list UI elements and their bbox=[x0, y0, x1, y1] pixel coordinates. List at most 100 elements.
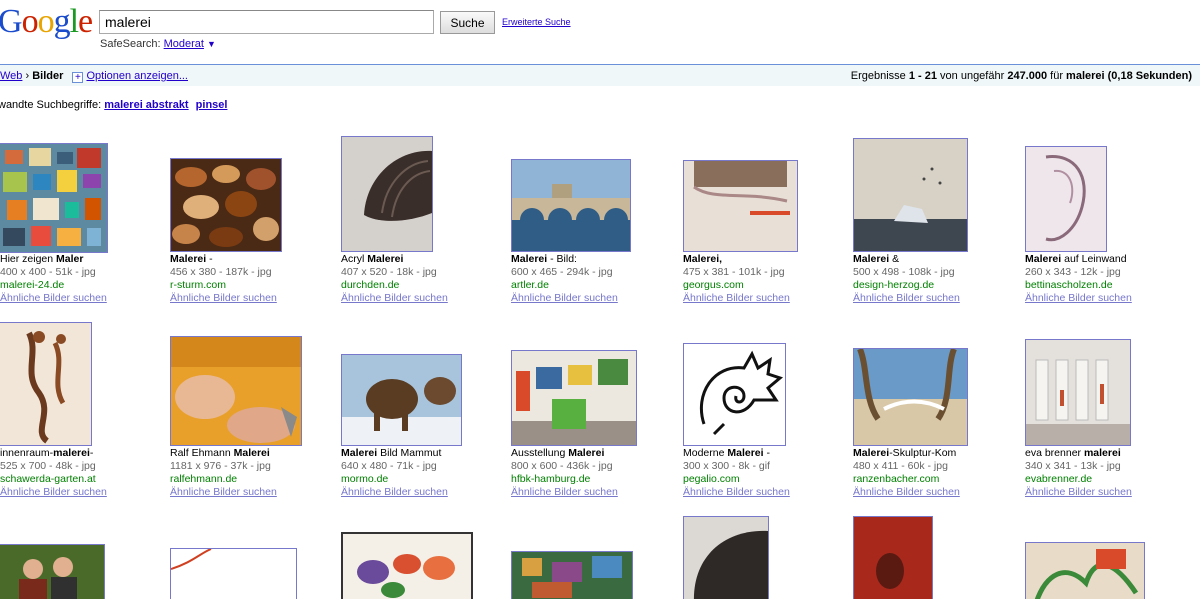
result-title[interactable]: Malerei - Bild: bbox=[511, 253, 618, 266]
result-title[interactable]: eva brenner malerei bbox=[1025, 447, 1132, 460]
related-term-link[interactable]: pinsel bbox=[196, 99, 228, 111]
result-thumbnail[interactable] bbox=[683, 516, 769, 599]
result-title[interactable]: Acryl Malerei bbox=[341, 253, 448, 266]
result-domain: design-herzog.de bbox=[853, 279, 935, 291]
title-text: & bbox=[889, 253, 900, 265]
result-title[interactable]: Hier zeigen Maler bbox=[0, 253, 107, 266]
safesearch-dropdown[interactable]: Moderat bbox=[164, 38, 204, 50]
result-title[interactable]: Malerei-Skulptur-Kom bbox=[853, 447, 960, 460]
result-meta: 800 x 600 - 436k - jpg bbox=[511, 460, 613, 472]
result-caption: Ausstellung Malerei 800 x 600 - 436k - j… bbox=[511, 447, 618, 499]
thumbnail-image bbox=[854, 517, 932, 599]
result-thumbnail[interactable] bbox=[0, 322, 92, 446]
result-title[interactable]: Ralf Ehmann Malerei bbox=[170, 447, 277, 460]
result-title[interactable]: Ausstellung Malerei bbox=[511, 447, 618, 460]
result-thumbnail[interactable] bbox=[170, 158, 282, 252]
thumbnail-image bbox=[0, 144, 107, 252]
title-bold: Malerei bbox=[1025, 253, 1062, 265]
result-domain: mormo.de bbox=[341, 473, 389, 485]
plus-icon[interactable]: + bbox=[72, 72, 84, 83]
similar-images-link[interactable]: Ähnliche Bilder suchen bbox=[1025, 292, 1132, 305]
related-searches: wandte Suchbegriffe: malerei abstrakt pi… bbox=[0, 99, 231, 111]
result-thumbnail[interactable] bbox=[341, 354, 462, 446]
result-thumbnail[interactable] bbox=[853, 138, 968, 252]
result-domain: malerei-24.de bbox=[0, 279, 65, 291]
result-thumbnail[interactable] bbox=[683, 343, 786, 446]
results-stats: Ergebnisse 1 - 21 von ungefähr 247.000 f… bbox=[851, 70, 1192, 82]
title-text: Hier zeigen bbox=[0, 253, 57, 265]
result-meta: 456 x 380 - 187k - jpg bbox=[170, 266, 272, 278]
result-thumbnail[interactable] bbox=[341, 136, 433, 252]
result-caption: Malerei - 456 x 380 - 187k - jpg r-sturm… bbox=[170, 253, 277, 305]
similar-images-link[interactable]: Ähnliche Bilder suchen bbox=[170, 486, 277, 499]
result-title[interactable]: Malerei - bbox=[170, 253, 277, 266]
similar-images-link[interactable]: Ähnliche Bilder suchen bbox=[0, 292, 107, 305]
result-meta: 475 x 381 - 101k - jpg bbox=[683, 266, 785, 278]
advanced-search-link[interactable]: Erweiterte Suche bbox=[502, 17, 571, 27]
result-thumbnail[interactable] bbox=[511, 159, 631, 252]
result-title[interactable]: Malerei auf Leinwand bbox=[1025, 253, 1132, 266]
similar-images-link[interactable]: Ähnliche Bilder suchen bbox=[683, 292, 790, 305]
result-title[interactable]: Malerei, bbox=[683, 253, 790, 266]
title-bold: Malerei bbox=[568, 447, 605, 459]
result-thumbnail[interactable] bbox=[0, 544, 105, 599]
thumbnail-image bbox=[512, 552, 632, 599]
related-label: wandte Suchbegriffe: bbox=[0, 99, 102, 111]
similar-images-link[interactable]: Ähnliche Bilder suchen bbox=[0, 486, 107, 499]
result-thumbnail[interactable] bbox=[1025, 146, 1107, 252]
title-bold: Malerei bbox=[170, 253, 207, 265]
result-thumbnail[interactable] bbox=[853, 348, 968, 446]
result-thumbnail[interactable] bbox=[511, 551, 633, 599]
show-options-link[interactable]: Optionen anzeigen... bbox=[86, 70, 188, 82]
similar-images-link[interactable]: Ähnliche Bilder suchen bbox=[511, 292, 618, 305]
title-text: -Skulptur-Kom bbox=[889, 447, 957, 459]
result-thumbnail[interactable] bbox=[853, 516, 933, 599]
search-button[interactable]: Suche bbox=[440, 11, 495, 34]
result-thumbnail[interactable] bbox=[1025, 542, 1145, 599]
result-thumbnail[interactable] bbox=[170, 548, 297, 599]
similar-images-link[interactable]: Ähnliche Bilder suchen bbox=[170, 292, 277, 305]
breadcrumb-separator: › bbox=[25, 70, 30, 82]
thumbnail-image bbox=[512, 160, 630, 251]
logo-letter: e bbox=[78, 3, 93, 40]
result-caption: Malerei Bild Mammut 640 x 480 - 71k - jp… bbox=[341, 447, 448, 499]
title-text: Moderne bbox=[683, 447, 728, 459]
result-thumbnail[interactable] bbox=[341, 532, 473, 599]
breadcrumb: Web › Bilder + Optionen anzeigen... bbox=[0, 70, 188, 83]
thumbnail-image bbox=[171, 549, 296, 599]
result-thumbnail[interactable] bbox=[170, 336, 302, 446]
similar-images-link[interactable]: Ähnliche Bilder suchen bbox=[853, 292, 960, 305]
result-thumbnail[interactable] bbox=[0, 143, 108, 253]
title-text: - Bild: bbox=[547, 253, 577, 265]
thumbnail-image bbox=[684, 344, 785, 445]
similar-images-link[interactable]: Ähnliche Bilder suchen bbox=[341, 292, 448, 305]
thumbnail-image bbox=[342, 137, 432, 251]
google-logo[interactable]: Google bbox=[0, 2, 93, 42]
result-title[interactable]: Malerei Bild Mammut bbox=[341, 447, 448, 460]
result-title[interactable]: innenraum-malerei- bbox=[0, 447, 107, 460]
title-text: - bbox=[89, 447, 94, 459]
result-title[interactable]: Malerei & bbox=[853, 253, 960, 266]
thumbnail-image bbox=[342, 355, 461, 445]
similar-images-link[interactable]: Ähnliche Bilder suchen bbox=[683, 486, 790, 499]
thumbnail-image bbox=[0, 545, 104, 599]
result-title[interactable]: Moderne Malerei - bbox=[683, 447, 790, 460]
web-link[interactable]: Web bbox=[0, 70, 22, 82]
similar-images-link[interactable]: Ähnliche Bilder suchen bbox=[853, 486, 960, 499]
logo-letter: o bbox=[37, 3, 55, 40]
search-input[interactable] bbox=[99, 10, 434, 34]
logo-letter: G bbox=[0, 3, 23, 40]
results-bar: Web › Bilder + Optionen anzeigen... Ergeb… bbox=[0, 64, 1200, 86]
result-meta: 640 x 480 - 71k - jpg bbox=[341, 460, 437, 472]
related-term-link[interactable]: malerei abstrakt bbox=[104, 99, 188, 111]
result-domain: artler.de bbox=[511, 279, 549, 291]
similar-images-link[interactable]: Ähnliche Bilder suchen bbox=[511, 486, 618, 499]
result-thumbnail[interactable] bbox=[1025, 339, 1131, 446]
chevron-down-icon[interactable]: ▼ bbox=[207, 39, 216, 49]
title-bold: Malerei, bbox=[683, 253, 723, 265]
title-text: auf Leinwand bbox=[1061, 253, 1127, 265]
similar-images-link[interactable]: Ähnliche Bilder suchen bbox=[341, 486, 448, 499]
result-thumbnail[interactable] bbox=[511, 350, 637, 446]
similar-images-link[interactable]: Ähnliche Bilder suchen bbox=[1025, 486, 1132, 499]
result-thumbnail[interactable] bbox=[683, 160, 798, 252]
